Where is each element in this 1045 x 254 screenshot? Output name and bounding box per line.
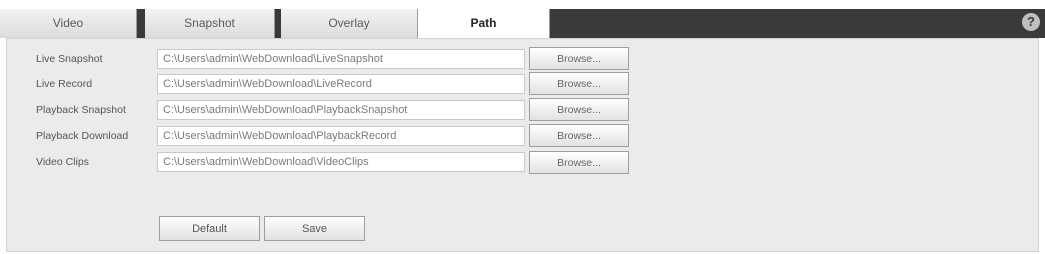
live-record-browse-button[interactable]: Browse... xyxy=(529,72,629,95)
tab-overlay[interactable]: Overlay xyxy=(281,9,418,38)
default-button[interactable]: Default xyxy=(159,216,260,241)
live-snapshot-browse-button[interactable]: Browse... xyxy=(529,47,629,70)
live-record-label: Live Record xyxy=(36,78,93,90)
video-clips-path-field[interactable] xyxy=(157,152,525,172)
playback-download-browse-button[interactable]: Browse... xyxy=(529,124,629,147)
playback-snapshot-label: Playback Snapshot xyxy=(36,104,126,116)
live-record-path-field[interactable] xyxy=(157,74,525,94)
tab-snapshot-label: Snapshot xyxy=(184,16,235,30)
tab-video-label: Video xyxy=(52,16,84,30)
tab-path-label: Path xyxy=(470,16,497,30)
live-snapshot-path-field[interactable] xyxy=(157,49,525,69)
video-clips-label: Video Clips xyxy=(36,156,89,168)
video-clips-browse-button[interactable]: Browse... xyxy=(529,151,629,174)
save-button[interactable]: Save xyxy=(264,216,365,241)
tab-snapshot[interactable]: Snapshot xyxy=(145,9,275,38)
live-snapshot-label: Live Snapshot xyxy=(36,53,103,65)
settings-tab-bar: Video Snapshot Overlay Path ? xyxy=(0,9,1045,38)
playback-download-path-field[interactable] xyxy=(157,126,525,146)
tab-path[interactable]: Path xyxy=(418,9,550,38)
tab-overlay-label: Overlay xyxy=(328,16,370,30)
help-icon-glyph: ? xyxy=(1027,14,1035,29)
help-icon[interactable]: ? xyxy=(1022,13,1040,31)
playback-snapshot-path-field[interactable] xyxy=(157,100,525,120)
tab-video[interactable]: Video xyxy=(0,9,137,38)
playback-download-label: Playback Download xyxy=(36,130,129,142)
playback-snapshot-browse-button[interactable]: Browse... xyxy=(529,98,629,121)
